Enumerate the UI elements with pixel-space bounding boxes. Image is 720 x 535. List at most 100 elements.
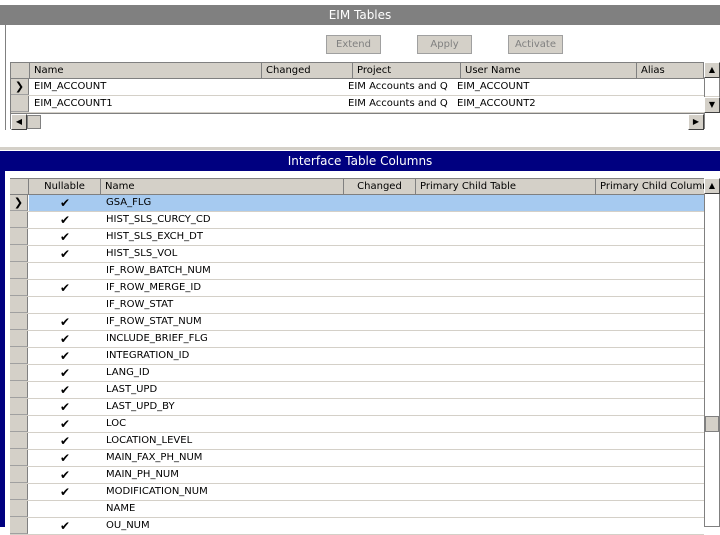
table-row[interactable]: ✔ INTEGRATION_ID (10, 348, 704, 365)
row-selector[interactable] (10, 280, 28, 296)
row-selector[interactable] (10, 365, 28, 381)
row-selector[interactable] (10, 348, 28, 364)
table-row[interactable]: ✔ INCLUDE_BRIEF_FLG (10, 331, 704, 348)
horizontal-scrollbar[interactable]: ◀ ▶ (11, 113, 704, 130)
row-selector[interactable] (10, 297, 28, 313)
checkmark-icon[interactable]: ✔ (29, 484, 101, 500)
apply-button[interactable]: Apply (417, 35, 472, 54)
horizontal-scroll-thumb[interactable] (27, 115, 41, 129)
row-pointer-icon[interactable]: ❯ (11, 79, 29, 95)
column-name: LAST_UPD_BY (106, 401, 175, 412)
checkmark-icon[interactable]: ✔ (29, 382, 101, 398)
checkmark-icon[interactable]: ✔ (29, 331, 101, 347)
checkmark-icon[interactable]: ✔ (29, 348, 101, 364)
table-row[interactable]: IF_ROW_STAT (10, 297, 704, 314)
itc-vertical-scrollbar[interactable]: ▲ (704, 178, 720, 527)
interface-columns-grid: Nullable Name Changed Primary Child Tabl… (10, 178, 704, 535)
checkmark-icon[interactable]: ✔ (29, 467, 101, 483)
row-pointer-icon[interactable]: ❯ (10, 195, 28, 211)
col-header-user-name[interactable]: User Name (461, 63, 637, 78)
vertical-scroll-thumb[interactable] (705, 416, 719, 432)
col-header-alias[interactable]: Alias (637, 63, 704, 78)
table-row[interactable]: IF_ROW_BATCH_NUM (10, 263, 704, 280)
nullable-cell-empty[interactable] (29, 263, 101, 279)
table-row[interactable]: ✔ MAIN_FAX_PH_NUM (10, 450, 704, 467)
col-header-changed[interactable]: Changed (344, 179, 416, 194)
checkmark-icon[interactable]: ✔ (29, 246, 101, 262)
extend-button[interactable]: Extend (326, 35, 381, 54)
row-project: EIM Accounts and Qu (348, 98, 448, 109)
scroll-up-icon[interactable]: ▲ (704, 178, 720, 194)
row-selector[interactable] (10, 399, 28, 415)
row-selector[interactable] (10, 229, 28, 245)
table-row[interactable]: ✔ IF_ROW_MERGE_ID (10, 280, 704, 297)
table-row[interactable]: ✔ LAST_UPD (10, 382, 704, 399)
table-row[interactable]: ✔ LAST_UPD_BY (10, 399, 704, 416)
table-row[interactable]: ✔ LOCATION_LEVEL (10, 433, 704, 450)
row-selector[interactable] (10, 433, 28, 449)
column-name: MAIN_FAX_PH_NUM (106, 452, 203, 463)
scroll-track[interactable] (705, 78, 719, 96)
row-selector[interactable] (10, 467, 28, 483)
table-row[interactable]: ✔ HIST_SLS_EXCH_DT (10, 229, 704, 246)
table-row[interactable]: NAME (10, 501, 704, 518)
row-selector[interactable] (10, 450, 28, 466)
row-selector[interactable] (10, 263, 28, 279)
scroll-up-icon[interactable]: ▲ (704, 62, 720, 78)
row-selector[interactable] (10, 212, 28, 228)
row-user-name: EIM_ACCOUNT2 (457, 98, 536, 109)
col-header-project[interactable]: Project (353, 63, 461, 78)
col-header-name[interactable]: Name (101, 179, 344, 194)
scroll-left-icon[interactable]: ◀ (11, 114, 27, 130)
table-row[interactable]: ✔ MODIFICATION_NUM (10, 484, 704, 501)
row-selector[interactable] (10, 246, 28, 262)
checkmark-icon[interactable]: ✔ (29, 365, 101, 381)
table-row[interactable]: EIM_ACCOUNT1 EIM Accounts and Qu EIM_ACC… (11, 96, 704, 113)
table-row[interactable]: ✔ LOC (10, 416, 704, 433)
row-selector[interactable] (10, 382, 28, 398)
col-header-changed[interactable]: Changed (262, 63, 353, 78)
col-header-primary-child-column[interactable]: Primary Child Column (596, 179, 704, 194)
col-header-name[interactable]: Name (30, 63, 262, 78)
checkmark-icon[interactable]: ✔ (29, 280, 101, 296)
checkmark-icon[interactable]: ✔ (29, 518, 101, 534)
row-selector[interactable] (10, 331, 28, 347)
column-name: LAST_UPD (106, 384, 158, 395)
eim-vertical-scrollbar[interactable]: ▲ ▼ (704, 62, 720, 113)
checkmark-icon[interactable]: ✔ (29, 450, 101, 466)
itc-pane-border (0, 171, 10, 527)
column-name: LOCATION_LEVEL (106, 435, 193, 446)
row-selector[interactable] (10, 518, 28, 534)
column-name: MAIN_PH_NUM (106, 469, 179, 480)
activate-button[interactable]: Activate (508, 35, 563, 54)
table-row[interactable]: ❯ EIM_ACCOUNT EIM Accounts and Qu EIM_AC… (11, 79, 704, 96)
checkmark-icon[interactable]: ✔ (29, 399, 101, 415)
row-selector[interactable] (10, 501, 28, 517)
checkmark-icon[interactable]: ✔ (29, 229, 101, 245)
checkmark-icon[interactable]: ✔ (29, 416, 101, 432)
column-name: LOC (106, 418, 127, 429)
row-selector[interactable] (10, 314, 28, 330)
table-row[interactable]: ✔ HIST_SLS_CURCY_CD (10, 212, 704, 229)
column-name: LANG_ID (106, 367, 150, 378)
col-header-primary-child-table[interactable]: Primary Child Table (416, 179, 596, 194)
scroll-right-icon[interactable]: ▶ (688, 114, 704, 130)
pane-splitter[interactable] (0, 147, 720, 150)
table-row[interactable]: ✔ HIST_SLS_VOL (10, 246, 704, 263)
nullable-cell-empty[interactable] (29, 297, 101, 313)
col-header-nullable[interactable]: Nullable (29, 179, 101, 194)
row-selector[interactable] (11, 96, 29, 112)
row-selector[interactable] (10, 416, 28, 432)
column-name: NAME (106, 503, 136, 514)
checkmark-icon[interactable]: ✔ (29, 433, 101, 449)
scroll-down-icon[interactable]: ▼ (704, 97, 720, 113)
row-selector[interactable] (10, 484, 28, 500)
table-row[interactable]: ✔ LANG_ID (10, 365, 704, 382)
table-row[interactable]: ❯ ✔ GSA_FLG (10, 195, 704, 212)
checkmark-icon[interactable]: ✔ (29, 212, 101, 228)
checkmark-icon[interactable]: ✔ (29, 314, 101, 330)
table-row[interactable]: ✔ MAIN_PH_NUM (10, 467, 704, 484)
checkmark-icon[interactable]: ✔ (29, 195, 101, 211)
table-row[interactable]: ✔ IF_ROW_STAT_NUM (10, 314, 704, 331)
nullable-cell-empty[interactable] (29, 501, 101, 517)
